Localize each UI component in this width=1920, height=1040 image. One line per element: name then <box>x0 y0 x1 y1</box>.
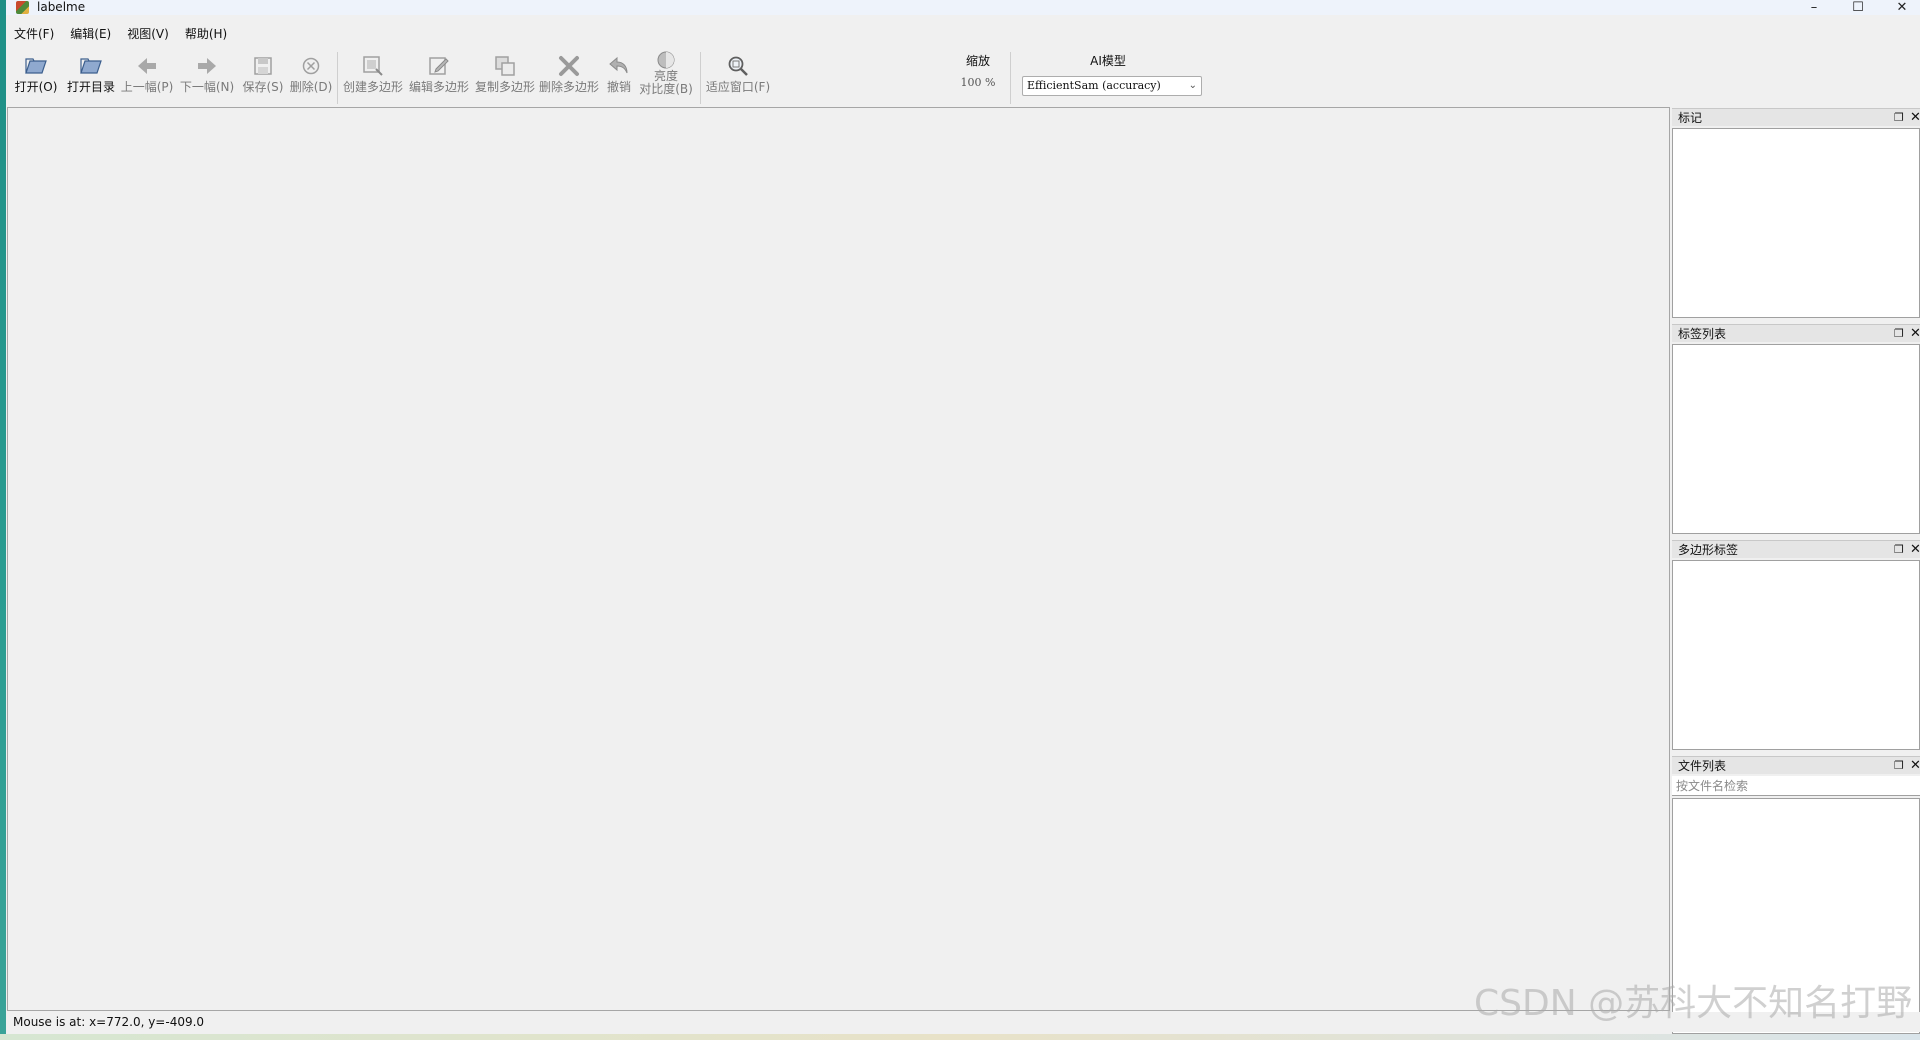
save-label: 保存(S) <box>242 80 284 94</box>
close-window-button[interactable]: ✕ <box>1880 0 1920 15</box>
arrow-right-icon <box>194 54 220 78</box>
open-dir-button[interactable]: 打开目录 <box>66 48 116 104</box>
maximize-button[interactable]: ☐ <box>1836 0 1880 15</box>
chevron-down-icon: ⌄ <box>1188 80 1197 91</box>
undo-button[interactable]: 撤销 <box>602 48 636 104</box>
menu-bar: 文件(F) 编辑(E) 视图(V) 帮助(H) <box>6 24 1920 44</box>
undo-icon <box>606 54 632 78</box>
open-button[interactable]: 打开(O) <box>14 48 58 104</box>
polygon-labels-dock-title: 多边形标签 <box>1678 543 1739 557</box>
zoom-value[interactable]: 100 % <box>961 76 996 90</box>
create-polygon-label: 创建多边形 <box>342 80 403 94</box>
close-icon[interactable]: ✕ <box>1910 325 1920 342</box>
fit-window-label: 适应窗口(F) <box>705 80 771 94</box>
minimize-button[interactable]: – <box>1792 0 1836 15</box>
delete-polygon-label: 删除多边形 <box>538 80 599 94</box>
undo-label: 撤销 <box>606 80 631 94</box>
title-bar: labelme – ☐ ✕ <box>6 0 1920 15</box>
next-image-button[interactable]: 下一幅(N) <box>180 48 234 104</box>
file-search-input[interactable] <box>1672 776 1920 796</box>
open-label: 打开(O) <box>14 80 58 94</box>
brightness-icon <box>653 50 679 70</box>
folder-icon <box>78 54 104 78</box>
float-icon[interactable]: ❐ <box>1894 758 1904 774</box>
file-list-dock-title: 文件列表 <box>1678 759 1727 773</box>
arrow-left-icon <box>134 54 160 78</box>
create-polygon-icon <box>360 54 386 78</box>
label-list-dock-title: 标签列表 <box>1678 327 1727 341</box>
create-polygon-button[interactable]: 创建多边形 <box>342 48 404 104</box>
float-icon[interactable]: ❐ <box>1894 542 1904 558</box>
watermark: CSDN @苏科大不知名打野 <box>1474 983 1913 1024</box>
menu-view[interactable]: 视图(V) <box>119 24 177 44</box>
close-icon[interactable]: ✕ <box>1910 109 1920 126</box>
float-icon[interactable]: ❐ <box>1894 326 1904 342</box>
delete-icon <box>298 54 324 78</box>
toolbar-separator <box>1010 52 1011 104</box>
fit-window-button[interactable]: 适应窗口(F) <box>704 48 772 104</box>
menu-file[interactable]: 文件(F) <box>6 24 62 44</box>
toolbar-separator <box>700 52 701 104</box>
dock-header: 文件列表 ❐ ✕ <box>1672 756 1920 774</box>
zoom-fit-icon <box>725 54 751 78</box>
desktop-bottom-edge <box>0 1034 1920 1040</box>
zoom-label: 缩放 <box>965 54 990 68</box>
copy-polygon-label: 复制多边形 <box>474 80 535 94</box>
flags-dock-title: 标记 <box>1678 111 1703 125</box>
cross-icon <box>556 54 582 78</box>
ai-model-group: AI模型 EfficientSam (accuracy) ⌄ <box>1016 54 1202 98</box>
dock-header: 标签列表 ❐ ✕ <box>1672 324 1920 342</box>
edit-polygon-button[interactable]: 编辑多边形 <box>408 48 470 104</box>
brightness-contrast-button[interactable]: 亮度 对比度(B) <box>636 48 696 104</box>
prev-image-button[interactable]: 上一幅(P) <box>120 48 174 104</box>
next-image-label: 下一幅(N) <box>179 80 235 94</box>
save-icon <box>250 54 276 78</box>
dock-header: 标记 ❐ ✕ <box>1672 108 1920 126</box>
ai-model-select[interactable]: EfficientSam (accuracy) ⌄ <box>1022 76 1202 96</box>
delete-file-button[interactable]: 删除(D) <box>288 48 334 104</box>
menu-edit[interactable]: 编辑(E) <box>62 24 119 44</box>
edit-polygon-label: 编辑多边形 <box>408 80 469 94</box>
label-list[interactable] <box>1672 344 1920 534</box>
prev-image-label: 上一幅(P) <box>120 80 174 94</box>
polygon-labels-list[interactable] <box>1672 560 1920 750</box>
delete-polygon-button[interactable]: 删除多边形 <box>538 48 600 104</box>
ai-model-value: EfficientSam (accuracy) <box>1027 79 1161 92</box>
image-canvas[interactable] <box>7 107 1670 1011</box>
delete-file-label: 删除(D) <box>289 80 333 94</box>
copy-icon <box>492 54 518 78</box>
open-icon <box>23 54 49 78</box>
flags-list[interactable] <box>1672 128 1920 318</box>
menu-help[interactable]: 帮助(H) <box>177 24 235 44</box>
edit-icon <box>426 54 452 78</box>
brightness-label-line2: 对比度(B) <box>639 82 693 96</box>
app-icon <box>16 1 29 14</box>
copy-polygon-button[interactable]: 复制多边形 <box>474 48 536 104</box>
window-title: labelme <box>37 0 86 14</box>
close-icon[interactable]: ✕ <box>1910 757 1920 774</box>
zoom-control: 缩放 100 % <box>950 54 1006 94</box>
save-button[interactable]: 保存(S) <box>240 48 286 104</box>
labelme-window: labelme – ☐ ✕ 文件(F) 编辑(E) 视图(V) 帮助(H) 打开… <box>6 0 1920 1034</box>
close-icon[interactable]: ✕ <box>1910 541 1920 558</box>
mouse-position-status: Mouse is at: x=772.0, y=-409.0 <box>13 1015 205 1029</box>
float-icon[interactable]: ❐ <box>1894 110 1904 126</box>
ai-model-label: AI模型 <box>1090 54 1126 68</box>
toolbar-separator <box>337 52 338 104</box>
toolbar: 打开(O) 打开目录 上一幅(P) 下一幅(N) 保存(S) 删除(D) 创建多… <box>6 48 1920 104</box>
dock-header: 多边形标签 ❐ ✕ <box>1672 540 1920 558</box>
open-dir-label: 打开目录 <box>66 80 115 94</box>
